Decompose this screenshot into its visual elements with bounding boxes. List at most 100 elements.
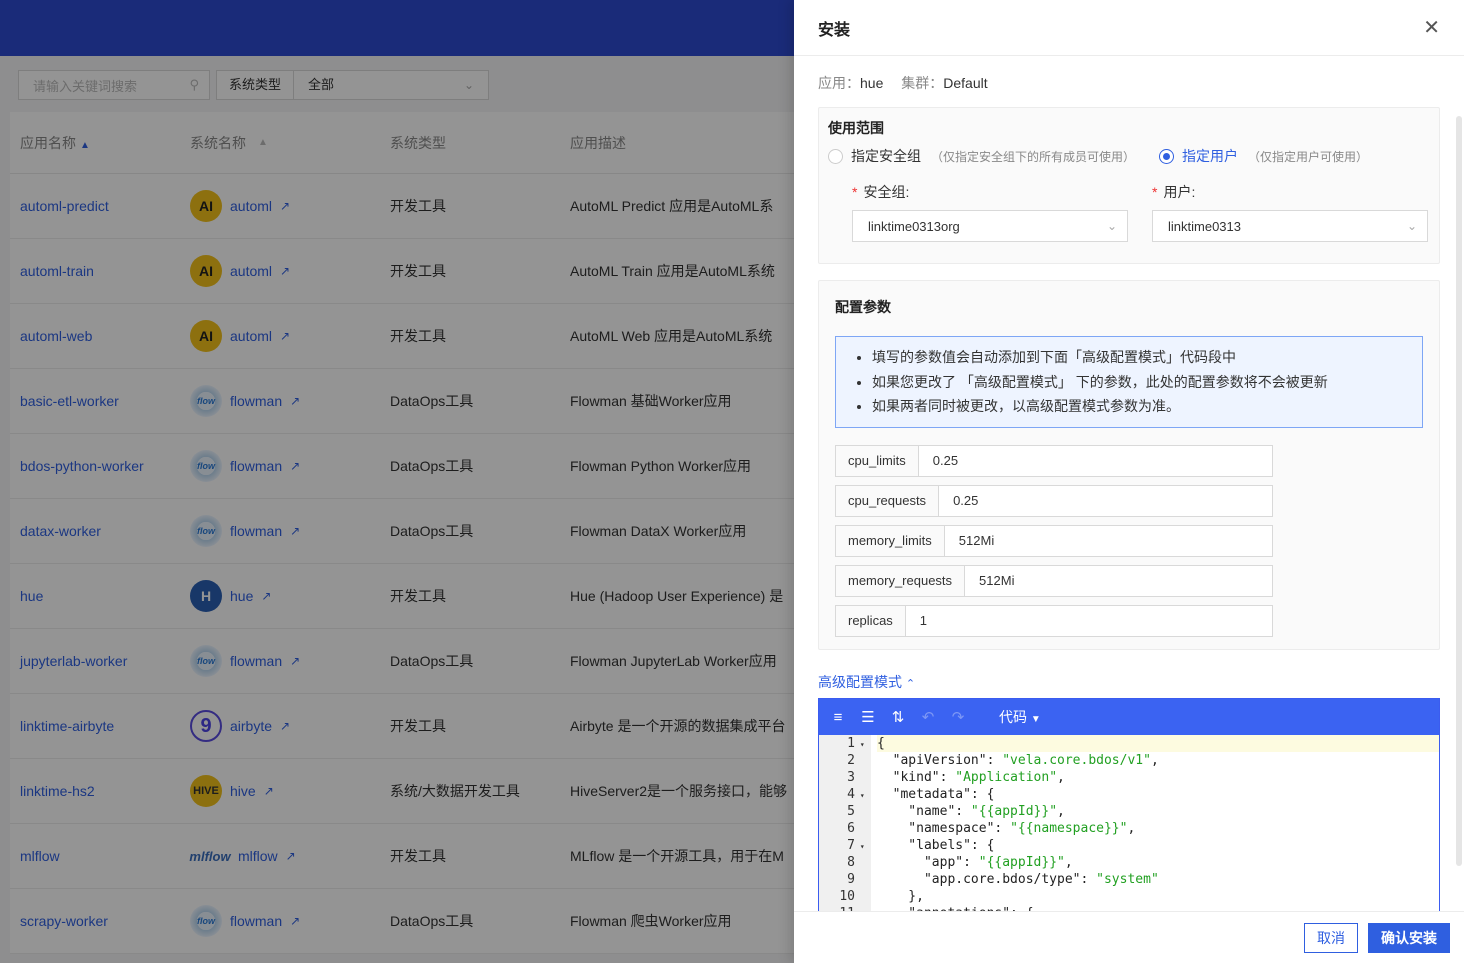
code-string-value: "system" (1096, 872, 1159, 887)
fold-caret-icon[interactable]: ▾ (855, 736, 865, 753)
sort-icon[interactable]: ⇅ (889, 708, 907, 726)
line-number-text: 8 (847, 855, 855, 870)
confirm-install-button[interactable]: 确认安装 (1368, 922, 1450, 953)
line-number: 9 (819, 871, 863, 888)
code-string-value: "{{appId}}" (978, 855, 1065, 870)
line-number-text: 1 (847, 736, 855, 751)
drawer-footer: 取消 确认安装 (794, 911, 1464, 963)
fold-caret-icon[interactable]: ▾ (855, 787, 865, 804)
editor-mode-dropdown[interactable]: 代码 ▼ (999, 707, 1041, 727)
radio-security-group-hint: （仅指定安全组下的所有成员可使用） (931, 149, 1136, 164)
radio-circle-icon[interactable] (828, 148, 843, 164)
line-number: 5 (819, 803, 863, 820)
line-number: 4 ▾ (819, 786, 865, 804)
advanced-mode-toggle[interactable]: 高级配置模式 ⌃ (818, 672, 1440, 692)
param-list: cpu_limits 0.25 cpu_requests 0.25 memory_lim… (835, 444, 1423, 637)
compact-icon[interactable]: ☰ (859, 708, 877, 726)
code-line[interactable]: "namespace": "{{namespace}}", (877, 820, 1439, 837)
install-drawer: 安装 ✕ 应用：hue 集群：Default 使用范围 指定安全组 （仅指定安全… (794, 0, 1464, 963)
line-number-text: 6 (847, 821, 855, 836)
info-tip: 填写的参数值会自动添加到下面「高级配置模式」代码段中 (872, 345, 1402, 370)
param-key: memory_limits (836, 525, 945, 556)
format-icon[interactable]: ≡ (829, 708, 847, 726)
line-number-text: 5 (847, 804, 855, 819)
line-number: 10 (819, 888, 863, 905)
scope-title: 使用范围 (828, 120, 884, 136)
param-key: cpu_limits (836, 445, 919, 476)
app-key: 应用： (818, 75, 860, 91)
radio-user-label: 指定用户 (1182, 148, 1238, 164)
line-number-text: 7 (847, 838, 855, 853)
modal-mask[interactable] (0, 0, 794, 963)
line-number: 1 ▾ (819, 735, 865, 753)
line-number: 8 (819, 854, 863, 871)
code-string-value: "vela.core.bdos/v1" (1002, 753, 1151, 768)
line-number: 7 ▾ (819, 837, 865, 855)
info-tip: 如果您更改了 「高级配置模式」 下的参数，此处的配置参数将不会被更新 (872, 370, 1402, 395)
param-key: cpu_requests (836, 485, 940, 516)
code-line[interactable]: }, (877, 888, 1439, 905)
params-title: 配置参数 (835, 299, 891, 315)
drawer-scrollbar[interactable] (1456, 116, 1462, 866)
cancel-button[interactable]: 取消 (1304, 922, 1358, 953)
scope-radio-group: 指定安全组 （仅指定安全组下的所有成员可使用） 指定用户 （仅指定用户可使用） (828, 146, 1430, 166)
security-group-value: linktime0313org (868, 218, 960, 234)
line-number: 3 (819, 769, 863, 786)
line-number: 2 (819, 752, 863, 769)
security-group-select[interactable]: linktime0313org ⌄ (852, 210, 1128, 242)
code-string-value: "{{appId}}" (970, 804, 1058, 819)
code-area[interactable]: 1 ▾234 ▾567 ▾891011 ▾ { "apiVersion": "v… (819, 735, 1439, 911)
chevron-down-icon: ⌄ (1106, 219, 1117, 233)
undo-icon[interactable]: ↶ (919, 708, 937, 726)
param-row: cpu_limits 0.25 (835, 444, 1273, 477)
param-value-input[interactable]: 512Mi (945, 526, 1008, 556)
params-info-alert: 填写的参数值会自动添加到下面「高级配置模式」代码段中 如果您更改了 「高级配置模… (835, 336, 1423, 428)
radio-user-hint: （仅指定用户可使用） (1248, 149, 1369, 164)
code-line[interactable]: "name": "{{appId}}", (877, 803, 1439, 820)
line-number: 6 (819, 820, 863, 837)
line-gutter: 1 ▾234 ▾567 ▾891011 ▾ (819, 735, 871, 911)
code-line[interactable]: "app": "{{appId}}", (877, 854, 1439, 871)
chevron-up-icon: ⌃ (905, 678, 916, 690)
close-icon[interactable]: ✕ (1423, 15, 1440, 40)
code-line[interactable]: "app.core.bdos/type": "system" (877, 871, 1439, 888)
radio-security-group[interactable]: 指定安全组 （仅指定安全组下的所有成员可使用） (828, 146, 1159, 166)
param-key: memory_requests (836, 565, 966, 596)
user-select[interactable]: linktime0313 ⌄ (1152, 210, 1428, 242)
radio-user[interactable]: 指定用户 （仅指定用户可使用） (1159, 146, 1368, 166)
param-row: memory_requests 512Mi (835, 564, 1273, 597)
code-line[interactable]: "kind": "Application", (877, 769, 1439, 786)
param-row: cpu_requests 0.25 (835, 484, 1273, 517)
radio-security-group-label: 指定安全组 (851, 148, 921, 164)
param-value-input[interactable]: 0.25 (919, 446, 972, 476)
redo-icon[interactable]: ↷ (949, 708, 967, 726)
line-number-text: 2 (847, 753, 855, 768)
chevron-down-icon: ⌄ (1406, 219, 1417, 233)
param-value-input[interactable]: 1 (906, 606, 941, 636)
user-label: * 用户: (1152, 182, 1428, 202)
param-row: memory_limits 512Mi (835, 524, 1273, 557)
advanced-mode-label: 高级配置模式 (818, 674, 902, 690)
fold-caret-icon[interactable]: ▾ (855, 838, 865, 855)
radio-checked-icon[interactable] (1159, 148, 1174, 164)
scope-fields: * 安全组: linktime0313org ⌄ * 用户: linktime031… (828, 182, 1430, 242)
code-string-value: "Application" (955, 770, 1058, 785)
code-line[interactable]: "labels": { (877, 837, 1439, 854)
code-line[interactable]: { (877, 735, 1439, 752)
user-label-text: 用户: (1163, 184, 1196, 200)
param-value-input[interactable]: 512Mi (965, 566, 1028, 596)
param-row: replicas 1 (835, 604, 1273, 637)
code-line[interactable]: "apiVersion": "vela.core.bdos/v1", (877, 752, 1439, 769)
required-mark: * (852, 184, 858, 200)
drawer-body: 应用：hue 集群：Default 使用范围 指定安全组 （仅指定安全组下的所有… (794, 56, 1464, 911)
param-value-input[interactable]: 0.25 (939, 486, 992, 516)
line-number-text: 3 (847, 770, 855, 785)
code-lines[interactable]: { "apiVersion": "vela.core.bdos/v1", "ki… (871, 735, 1439, 911)
info-tip: 如果两者同时被更改，以高级配置模式参数为准。 (872, 394, 1402, 419)
scope-section: 使用范围 指定安全组 （仅指定安全组下的所有成员可使用） 指定用户 （仅指定用户… (818, 107, 1440, 264)
user-value: linktime0313 (1168, 218, 1241, 234)
code-line[interactable]: "metadata": { (877, 786, 1439, 803)
code-editor[interactable]: ≡ ☰ ⇅ ↶ ↷ 代码 ▼ 1 ▾234 ▾567 ▾891011 ▾ { "… (818, 698, 1440, 911)
security-group-field: * 安全组: linktime0313org ⌄ (852, 182, 1128, 242)
user-field: * 用户: linktime0313 ⌄ (1152, 182, 1428, 242)
